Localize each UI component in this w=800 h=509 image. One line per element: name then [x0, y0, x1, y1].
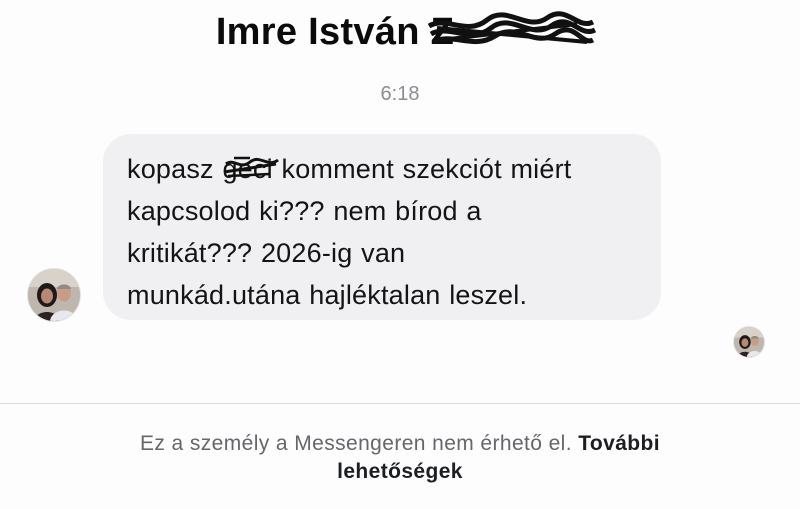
message-line-3: kritikát??? 2026-ig van	[127, 238, 406, 268]
redacted-surname-text: Z	[430, 11, 455, 53]
crossed-out-word-text: geci	[222, 154, 273, 184]
sender-avatar[interactable]	[28, 269, 80, 321]
profile-photo-icon	[28, 269, 80, 321]
message-text: kopasz geci komment szekciót miért kapcs…	[127, 148, 639, 316]
redacted-surname: Z	[427, 6, 596, 58]
contact-name-text: Imre István	[215, 11, 420, 53]
footer-divider	[0, 403, 800, 404]
message-line-1: kopasz geci komment szekciót miért	[127, 148, 639, 190]
more-options-link-line1: További	[578, 432, 660, 455]
contact-name[interactable]: Imre István Z	[215, 6, 596, 58]
more-options-link-line2: lehetőségek	[337, 460, 463, 483]
message-line-4: munkád.utána hajléktalan leszel.	[127, 280, 528, 310]
message-line-1-start: kopasz	[127, 154, 223, 184]
seen-avatar-icon	[734, 327, 764, 357]
unavailable-notice-text: Ez a személy a Messengeren nem érhető el…	[140, 432, 572, 455]
seen-receipt-avatar	[734, 327, 764, 357]
unavailable-notice: Ez a személy a Messengeren nem érhető el…	[0, 430, 800, 486]
crossed-out-word: geci	[222, 148, 280, 190]
message-line-1-end: komment szekciót miért	[272, 154, 572, 184]
conversation-header: Imre István Z	[0, 6, 800, 66]
message-timestamp: 6:18	[380, 83, 420, 105]
messenger-conversation-screen: Imre István Z 6:18 kopasz geci komment s…	[0, 0, 800, 509]
incoming-message-bubble[interactable]: kopasz geci komment szekciót miért kapcs…	[103, 134, 661, 320]
message-line-2: kapcsolod ki??? nem bírod a	[127, 196, 482, 226]
